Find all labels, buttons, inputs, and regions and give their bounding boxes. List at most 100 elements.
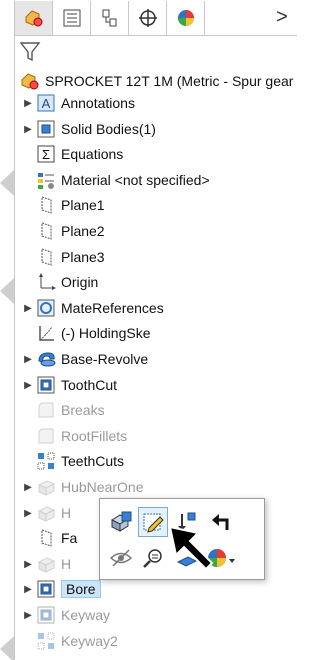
feature-properties-button[interactable]: [106, 507, 136, 537]
tree-item-label: MateReferences: [61, 300, 164, 316]
hide-icon: [109, 549, 133, 567]
tree-item-label: RootFillets: [61, 428, 128, 444]
tree-item[interactable]: Origin: [21, 271, 98, 293]
tree-item[interactable]: ▶ Base-Revolve: [21, 348, 148, 370]
fillet-icon: [35, 426, 57, 446]
tree-item[interactable]: Σ Equations: [21, 143, 123, 165]
tree-item[interactable]: Plane1: [21, 194, 105, 216]
tree-item[interactable]: Material <not specified>: [21, 169, 210, 191]
tree-item[interactable]: RootFillets: [21, 425, 127, 447]
tree-item[interactable]: Breaks: [21, 399, 105, 421]
dimxpert-icon: [138, 8, 157, 27]
window-edge: [0, 0, 14, 660]
tree-item-label: Plane2: [61, 223, 105, 239]
solid-bodies-icon: [35, 119, 57, 139]
expand-arrow-icon[interactable]: ▶: [21, 380, 35, 391]
manager-tabs: >: [15, 0, 297, 36]
tree-item-label: Base-Revolve: [61, 351, 149, 367]
equations-icon: Σ: [35, 144, 57, 164]
tree-item-label: Material <not specified>: [61, 172, 210, 188]
tree-item-label: Fa: [61, 530, 78, 546]
expand-arrow-icon[interactable]: ▶: [21, 584, 35, 595]
panel-splitter-handle[interactable]: [0, 636, 14, 660]
tree-item[interactable]: ▶ MateReferences: [21, 297, 164, 319]
pattern-icon: [35, 451, 57, 471]
configuration-manager-icon: [102, 9, 116, 26]
tree-item-label: Origin: [61, 274, 99, 290]
plane-icon: [35, 528, 57, 548]
cut-icon: [35, 375, 57, 395]
tree-item-label: (-) HoldingSke: [61, 325, 151, 341]
tree-item[interactable]: Plane3: [21, 246, 105, 268]
tab-property-manager[interactable]: [53, 0, 91, 35]
tree-item[interactable]: ▶ H: [21, 553, 71, 575]
tree-root[interactable]: SPROCKET 12T 1M (Metric - Spur gear: [19, 70, 293, 92]
feature-properties-icon: [110, 511, 132, 532]
tab-display-manager[interactable]: [167, 0, 205, 35]
tree-item[interactable]: Fa: [21, 527, 77, 549]
mate-references-icon: [35, 298, 57, 318]
tab-dimxpert-manager[interactable]: [129, 0, 167, 35]
edit-sketch-icon: [143, 513, 164, 533]
display-manager-icon: [177, 9, 194, 26]
tab-feature-manager[interactable]: [15, 0, 53, 35]
expand-arrow-icon[interactable]: ▶: [21, 508, 35, 519]
tree-item-label: H: [61, 505, 72, 521]
tree-item-label: Keyway2: [61, 633, 118, 649]
expand-arrow-icon[interactable]: ▶: [21, 124, 35, 135]
tree-item[interactable]: ▶ HubNearOne: [21, 476, 144, 498]
material-icon: [35, 170, 57, 190]
tree-item-label: Plane1: [61, 197, 105, 213]
tree-item[interactable]: Keyway2: [21, 630, 118, 652]
pattern-icon: [35, 631, 57, 651]
panel-splitter-handle[interactable]: [0, 170, 14, 196]
tree-item-label: Equations: [61, 146, 124, 162]
tree-item-label: Plane3: [61, 249, 105, 265]
hide-button[interactable]: [106, 543, 136, 573]
mouse-pointer-arrow-icon: [168, 525, 214, 571]
tree-item[interactable]: TeethCuts: [21, 450, 124, 472]
part-icon: [19, 71, 41, 91]
expand-arrow-icon[interactable]: ▶: [21, 610, 35, 621]
origin-icon: [35, 272, 57, 292]
panel-splitter-handle[interactable]: [0, 278, 14, 304]
property-manager-icon: [63, 9, 80, 26]
tree-item[interactable]: ▶ ToothCut: [21, 374, 117, 396]
tree-item-label: Bore: [61, 580, 101, 598]
extrude-icon: [35, 503, 57, 523]
plane-icon: [35, 221, 57, 241]
tree-item-label: TeethCuts: [61, 453, 125, 469]
svg-text:Σ: Σ: [42, 147, 50, 162]
filter-icon[interactable]: [19, 40, 41, 64]
tree-item[interactable]: ▶ H: [21, 502, 71, 524]
expand-arrow-icon[interactable]: ▶: [21, 354, 35, 365]
expand-arrow-icon[interactable]: ▶: [21, 482, 35, 493]
extrude-icon: [35, 554, 57, 574]
expand-arrow-icon[interactable]: ▶: [21, 98, 35, 109]
extrude-icon: [35, 477, 57, 497]
annotations-icon: A: [35, 93, 57, 113]
tree-item-label: H: [61, 556, 72, 572]
tree-item-label: ToothCut: [61, 377, 118, 393]
expand-arrow-icon[interactable]: ▶: [21, 303, 35, 314]
fillet-icon: [35, 400, 57, 420]
tree-item[interactable]: ▶ Keyway: [21, 604, 110, 626]
tab-configuration-manager[interactable]: [91, 0, 129, 35]
expand-arrow-icon[interactable]: ▶: [21, 559, 35, 570]
tree-item-label: HubNearOne: [61, 479, 144, 495]
tabs-more-button[interactable]: >: [267, 1, 297, 35]
tree-item[interactable]: (-) HoldingSke: [21, 322, 150, 344]
cut-icon: [35, 579, 57, 599]
tree-item[interactable]: ▶ Solid Bodies(1): [21, 118, 156, 140]
plane-icon: [35, 247, 57, 267]
plane-icon: [35, 195, 57, 215]
feature-manager-icon: [25, 9, 42, 26]
tree-item-label: Breaks: [61, 402, 105, 418]
tree-item-label: Keyway: [61, 607, 111, 623]
feature-manager-panel: > SPROCKET 12T 1M (Metric - Spur gear ▶ A…: [14, 0, 297, 660]
tree-item-label: Annotations: [61, 95, 135, 111]
tree-item[interactable]: ▶ Bore: [21, 578, 101, 600]
tree-item[interactable]: Plane2: [21, 220, 105, 242]
root-label: SPROCKET 12T 1M (Metric - Spur gear: [45, 73, 294, 89]
tree-item[interactable]: ▶ A Annotations: [21, 92, 135, 114]
